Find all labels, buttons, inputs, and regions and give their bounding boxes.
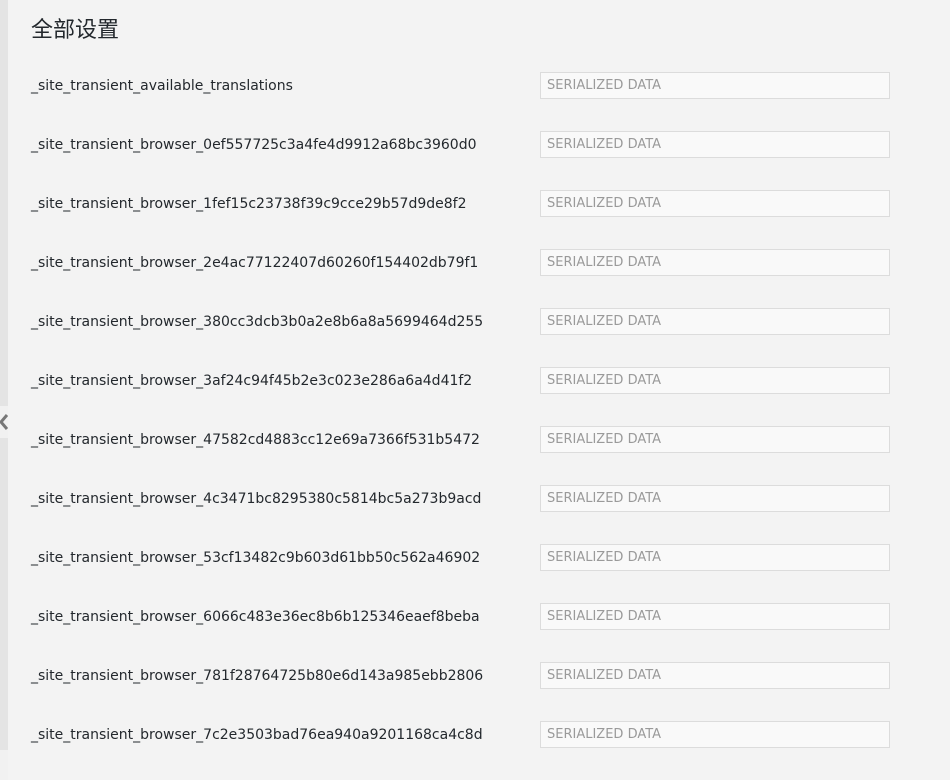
chevron-left-icon bbox=[0, 414, 8, 430]
option-row: _site_transient_browser_380cc3dcb3b0a2e8… bbox=[8, 308, 950, 336]
settings-content: 全部设置 _site_transient_available_translati… bbox=[8, 0, 950, 780]
option-value-field[interactable] bbox=[540, 190, 890, 217]
option-name: _site_transient_browser_4c3471bc8295380c… bbox=[31, 491, 482, 507]
option-value-field[interactable] bbox=[540, 131, 890, 158]
option-name: _site_transient_browser_0ef557725c3a4fe4… bbox=[31, 137, 477, 153]
option-name: _site_transient_browser_1fef15c23738f39c… bbox=[31, 196, 467, 212]
option-row: _site_transient_browser_47582cd4883cc12e… bbox=[8, 426, 950, 454]
option-value-field[interactable] bbox=[540, 544, 890, 571]
option-value-field[interactable] bbox=[540, 485, 890, 512]
option-value-field[interactable] bbox=[540, 72, 890, 99]
option-row: _site_transient_browser_1fef15c23738f39c… bbox=[8, 190, 950, 218]
admin-menu-edge bbox=[0, 0, 8, 750]
option-name: _site_transient_browser_53cf13482c9b603d… bbox=[31, 550, 481, 566]
option-row: _site_transient_browser_53cf13482c9b603d… bbox=[8, 544, 950, 572]
option-name: _site_transient_available_translations bbox=[31, 78, 293, 94]
page-title: 全部设置 bbox=[31, 18, 120, 43]
option-value-field[interactable] bbox=[540, 721, 890, 748]
option-row: _site_transient_browser_3af24c94f45b2e3c… bbox=[8, 367, 950, 395]
option-name: _site_transient_browser_781f28764725b80e… bbox=[31, 668, 484, 684]
option-row: _site_transient_browser_4c3471bc8295380c… bbox=[8, 485, 950, 513]
option-name: _site_transient_browser_2e4ac77122407d60… bbox=[31, 255, 479, 271]
option-name: _site_transient_browser_3af24c94f45b2e3c… bbox=[31, 373, 473, 389]
option-name: _site_transient_browser_6066c483e36ec8b6… bbox=[31, 609, 480, 625]
option-value-field[interactable] bbox=[540, 249, 890, 276]
option-name: _site_transient_browser_47582cd4883cc12e… bbox=[31, 432, 480, 448]
option-row: _site_transient_browser_7c2e3503bad76ea9… bbox=[8, 721, 950, 749]
option-row: _site_transient_browser_781f28764725b80e… bbox=[8, 662, 950, 690]
option-name: _site_transient_browser_7c2e3503bad76ea9… bbox=[31, 727, 483, 743]
option-value-field[interactable] bbox=[540, 367, 890, 394]
collapse-menu-toggle[interactable] bbox=[0, 406, 8, 438]
option-row: _site_transient_browser_6066c483e36ec8b6… bbox=[8, 603, 950, 631]
option-row: _site_transient_browser_2e4ac77122407d60… bbox=[8, 249, 950, 277]
option-value-field[interactable] bbox=[540, 603, 890, 630]
option-name: _site_transient_browser_380cc3dcb3b0a2e8… bbox=[31, 314, 484, 330]
option-value-field[interactable] bbox=[540, 662, 890, 689]
option-value-field[interactable] bbox=[540, 426, 890, 453]
option-value-field[interactable] bbox=[540, 308, 890, 335]
option-row: _site_transient_browser_0ef557725c3a4fe4… bbox=[8, 131, 950, 159]
option-row: _site_transient_available_translations bbox=[8, 72, 950, 100]
